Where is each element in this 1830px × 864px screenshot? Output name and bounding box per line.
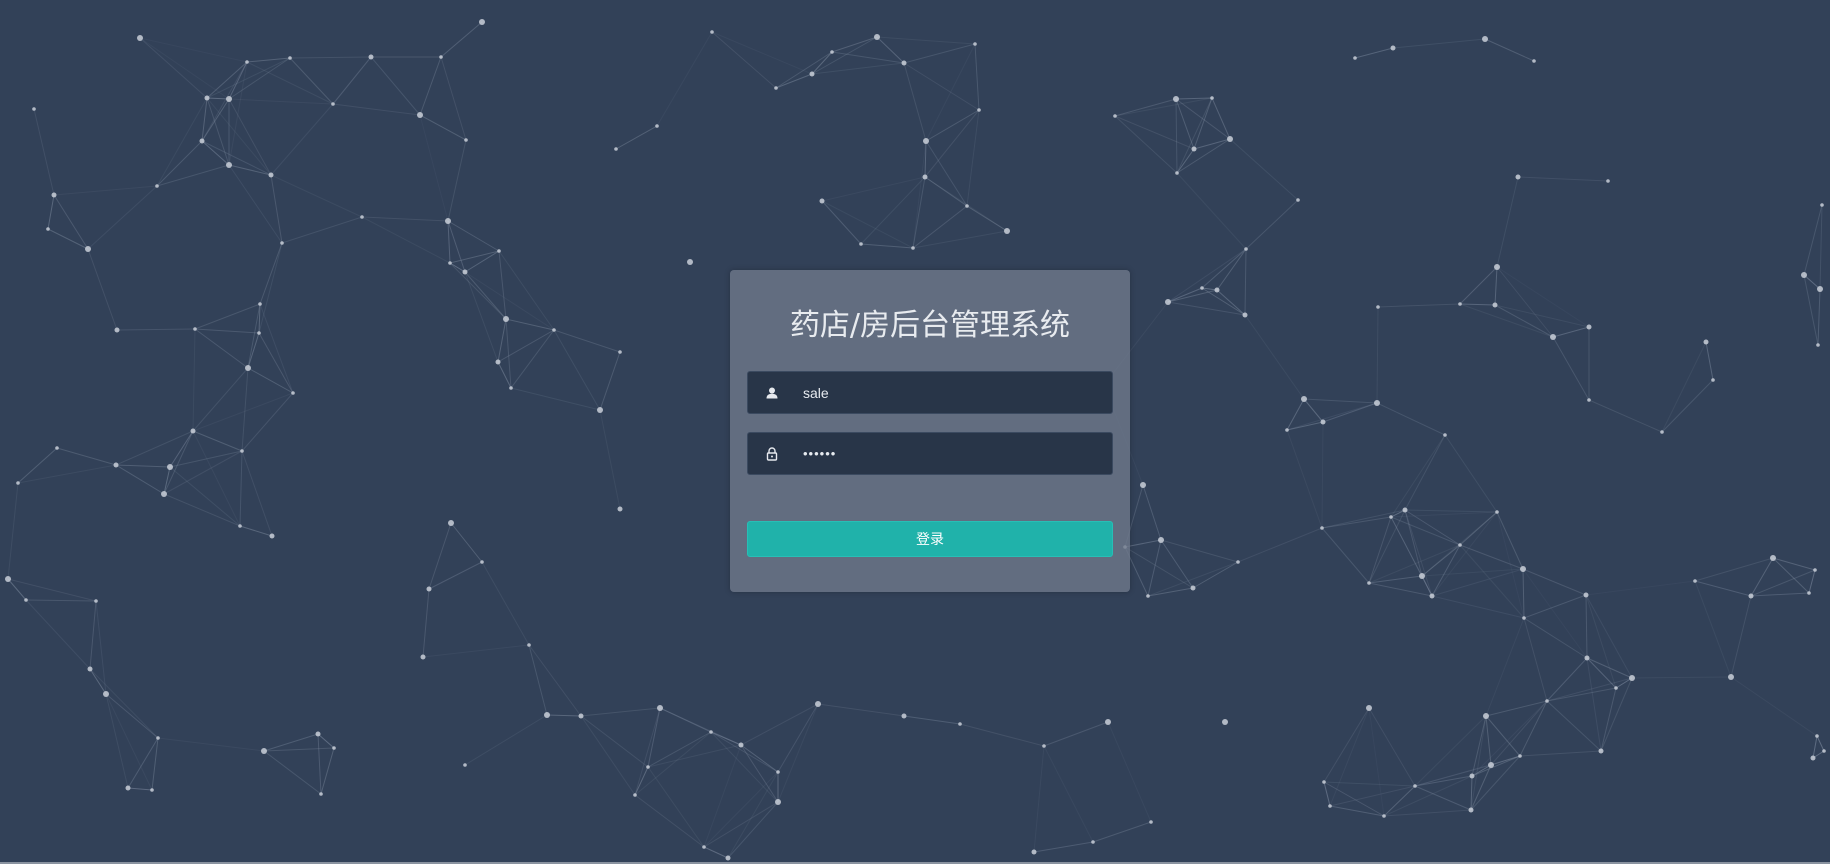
username-field[interactable] [747, 371, 1113, 414]
login-button[interactable]: 登录 [747, 521, 1113, 557]
username-input[interactable] [803, 372, 1103, 413]
user-icon [763, 384, 781, 402]
password-field[interactable] [747, 432, 1113, 475]
lock-icon [763, 445, 781, 463]
page-title: 药店/房后台管理系统 [789, 308, 1071, 343]
login-panel: 药店/房后台管理系统 登录 [730, 270, 1130, 592]
password-input[interactable] [803, 433, 1103, 474]
